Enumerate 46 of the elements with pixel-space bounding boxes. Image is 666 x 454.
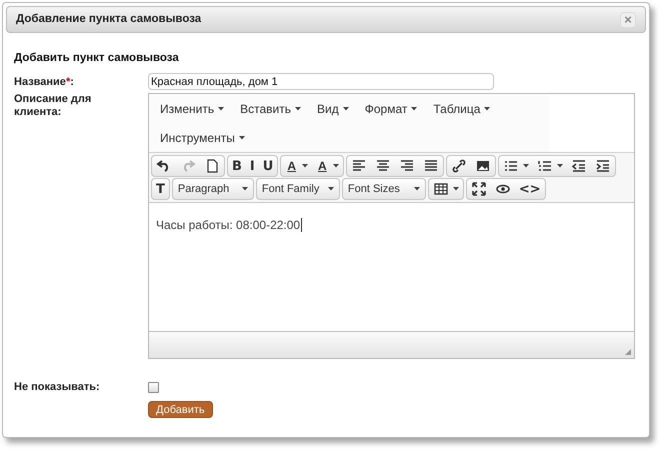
caret-icon — [452, 187, 459, 192]
checkbox[interactable] — [148, 382, 159, 393]
format-dropdown[interactable]: Paragraph — [172, 179, 253, 200]
field-label: Не показывать: — [14, 380, 101, 396]
editor-text: Часы работы: 08:00-22:00 — [156, 218, 302, 232]
window-title: Добавление пункта самовывоза — [16, 12, 202, 27]
indent-icon — [594, 158, 611, 174]
caret-icon — [411, 107, 418, 112]
caret-icon — [484, 107, 490, 112]
name-input[interactable]: Красная площадь, дом 1 — [148, 73, 494, 90]
resize-handle-icon[interactable] — [624, 348, 632, 356]
table-icon — [432, 181, 449, 198]
editor-content-area[interactable]: Часы работы: 08:00-22:00 — [149, 202, 634, 332]
format-dropdown[interactable]: Font Family — [256, 179, 339, 200]
menu-button[interactable]: Таблица — [425, 95, 498, 124]
caret-icon — [414, 187, 420, 192]
toolbar-button[interactable]: I — [246, 156, 259, 176]
caret-icon — [342, 107, 349, 112]
field-label: Описание для клиента: — [14, 93, 92, 120]
toolbar-split-button[interactable]: A — [312, 156, 343, 176]
toolbar-button[interactable]: T — [152, 179, 169, 200]
fullscreen-icon — [470, 181, 487, 198]
caret-icon — [242, 187, 248, 192]
toolbar-button[interactable]: <> — [514, 179, 545, 200]
caret-icon — [522, 164, 529, 168]
caret-icon — [238, 136, 245, 140]
caret-icon — [556, 164, 563, 168]
menu-button[interactable]: Вставить — [232, 95, 310, 124]
caret-icon — [295, 107, 302, 112]
outdent-icon — [570, 158, 587, 174]
format-dropdown[interactable]: Font Sizes — [342, 179, 425, 200]
toolbar-button[interactable]: U — [258, 156, 278, 176]
menu-button[interactable]: Изменить — [152, 95, 232, 124]
toolbar-button[interactable]: B — [228, 156, 246, 176]
menu-button[interactable]: Вид — [309, 95, 357, 124]
menu-button[interactable]: Инструменты — [152, 124, 253, 152]
caret-icon — [328, 187, 334, 192]
link-icon — [450, 158, 467, 174]
caret-icon — [302, 164, 308, 168]
caret-icon — [332, 164, 339, 168]
form-heading: Добавить пункт самовывоза — [14, 51, 180, 66]
field-label: Название*: — [14, 74, 75, 90]
menu-button[interactable]: Формат — [356, 95, 426, 124]
caret-icon — [218, 107, 224, 112]
toolbar-split-button[interactable]: A — [281, 156, 312, 176]
add-button[interactable]: Добавить — [148, 400, 213, 418]
